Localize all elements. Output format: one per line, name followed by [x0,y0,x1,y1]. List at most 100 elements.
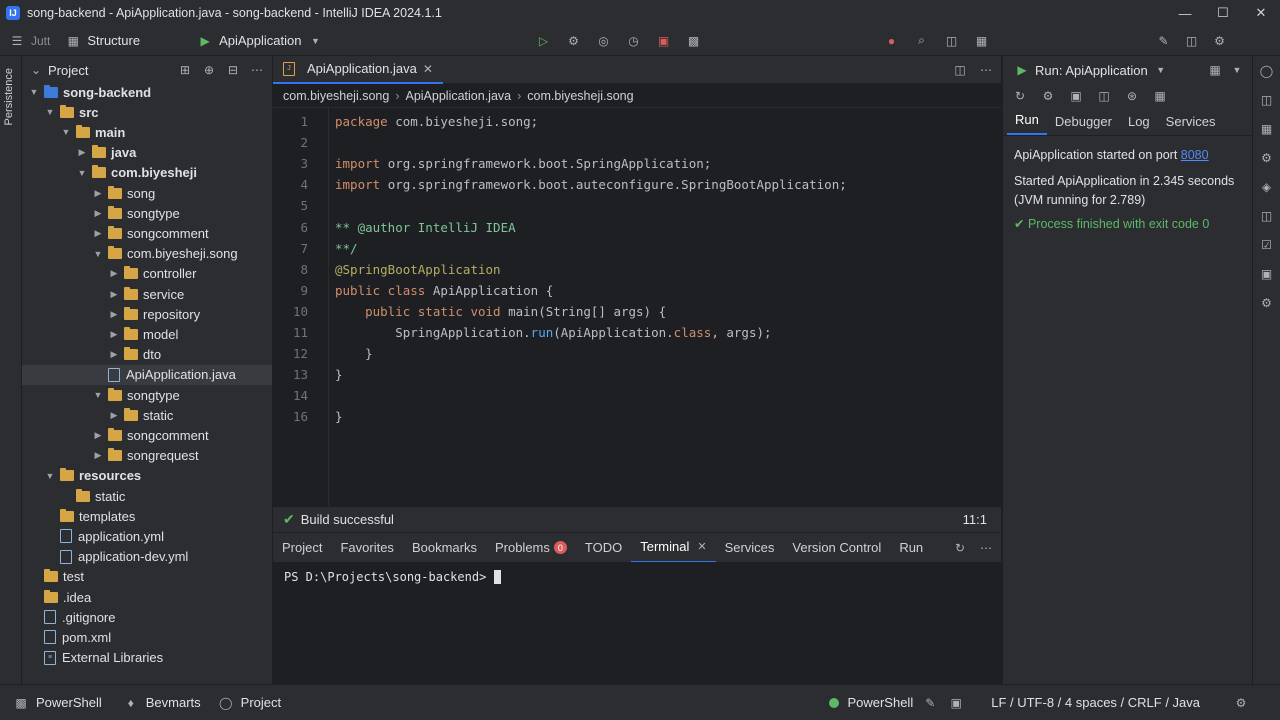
chevron-down-icon[interactable]: ▼ [92,249,104,259]
tree-item[interactable]: ▼ com.biyesheji [22,163,272,183]
notifications-icon[interactable]: ◯ [1258,62,1276,80]
tree-item[interactable]: ▼ songtype [22,385,272,405]
debug-icon[interactable]: ⚙ [1039,87,1057,105]
bookmarks-widget[interactable]: ♦ Bevmarts [122,694,201,712]
tree-item[interactable]: ▶ songcomment [22,425,272,445]
settings-gear-icon[interactable]: ⚙ [1232,694,1250,712]
stop-icon[interactable]: ▣ [1067,87,1085,105]
layout-icon[interactable]: ▦ [972,32,990,50]
cursor-position[interactable]: 11:1 [963,512,987,527]
bottom-tab[interactable]: Services [716,533,784,563]
run-tab-services[interactable]: Services [1158,114,1224,135]
tree-item[interactable]: test [22,567,272,587]
plugins-icon[interactable]: ◫ [1182,32,1200,50]
chevron-right-icon[interactable]: ▶ [92,208,104,219]
locate-icon[interactable]: ⊕ [200,61,218,79]
chevron-down-icon[interactable]: ▼ [44,107,56,117]
plugin-icon[interactable]: ⚙ [1258,294,1276,312]
checklist-icon[interactable]: ☑ [1258,236,1276,254]
run-config-selector[interactable]: ▶ ApiApplication ▼ [196,32,324,50]
tree-item[interactable]: ▶ songcomment [22,223,272,243]
close-window-icon[interactable]: ✕ [1242,0,1280,26]
chevron-right-icon[interactable]: ▶ [92,188,104,199]
chevron-down-icon[interactable]: ▼ [28,87,40,97]
search-everywhere-icon[interactable]: ⌕ [912,32,930,50]
bottom-tab[interactable]: Terminal ✕ [631,533,716,563]
dump-threads-icon[interactable]: ⊛ [1123,87,1141,105]
chevron-right-icon[interactable]: ▶ [92,228,104,239]
run-tab-debugger[interactable]: Debugger [1047,114,1120,135]
tree-item[interactable]: static [22,486,272,506]
coverage-icon[interactable]: ◎ [594,32,612,50]
bottom-tab[interactable]: Problems 0 [486,533,576,563]
tree-item[interactable]: ApiApplication.java [22,364,272,385]
persistence-tool-label[interactable]: Persistence [3,68,15,125]
chevron-right-icon[interactable]: ▶ [108,349,120,360]
tree-item[interactable]: ▼ song-backend [22,82,272,102]
endpoints-icon[interactable]: ◫ [1258,207,1276,225]
chevron-down-icon[interactable]: ▼ [1152,61,1170,79]
chevron-right-icon[interactable]: ▶ [108,289,120,300]
chevron-down-icon[interactable]: ▼ [1228,61,1246,79]
tree-item[interactable]: templates [22,506,272,526]
chevron-down-icon[interactable]: ▼ [60,127,72,137]
file-encoding[interactable]: LF / UTF-8 / 4 spaces / CRLF / Java [991,695,1200,710]
tree-item[interactable]: .idea [22,587,272,607]
tree-item[interactable]: ▶ songtype [22,203,272,223]
tree-item[interactable]: ≡ External Libraries [22,648,272,668]
tree-item[interactable]: ▶ dto [22,345,272,365]
ai-assistant-icon[interactable]: ◈ [1258,178,1276,196]
gradle-icon[interactable]: ⚙ [1258,149,1276,167]
coverage-icon[interactable]: ▣ [1258,265,1276,283]
powershell-widget[interactable]: ▩ PowerShell [12,694,101,712]
tree-item[interactable]: application.yml [22,526,272,546]
tree-item[interactable]: ▶ songrequest [22,446,272,466]
shell-status[interactable]: PowerShell [847,695,913,710]
expand-all-icon[interactable]: ⊞ [176,61,194,79]
bottom-tab[interactable]: Project [273,533,331,563]
run-tab-log[interactable]: Log [1120,114,1158,135]
tree-item[interactable]: ▶ model [22,324,272,344]
breadcrumb-item[interactable]: ApiApplication.java [405,89,511,103]
tree-item[interactable]: pom.xml [22,627,272,647]
code-with-me-icon[interactable]: ◫ [942,32,960,50]
code-area[interactable]: package com.biyesheji.song; import org.sp… [273,108,1001,506]
breadcrumb-item[interactable]: com.biyesheji.song [283,89,389,103]
close-tab-icon[interactable]: ✕ [423,62,433,76]
run-icon[interactable]: ▷ [534,32,552,50]
chevron-right-icon[interactable]: ▶ [92,450,104,461]
pin-icon[interactable]: ▦ [1151,87,1169,105]
chevron-right-icon[interactable]: ▶ [92,430,104,441]
tree-item[interactable]: ▶ java [22,143,272,163]
refresh-icon[interactable]: ↻ [951,539,969,557]
editor-tab-apiapplication[interactable]: J ApiApplication.java ✕ [273,56,443,84]
tree-item[interactable]: ▼ com.biyesheji.song [22,244,272,264]
tree-item[interactable]: ▶ controller [22,264,272,284]
main-menu-button[interactable]: ☰ Jutt [8,32,51,50]
chevron-right-icon[interactable]: ▶ [108,309,120,320]
terminal-panel[interactable]: PS D:\Projects\song-backend> [273,562,1001,684]
bottom-tab[interactable]: TODO [576,533,631,563]
bottom-tab[interactable]: Bookmarks [403,533,486,563]
chevron-down-icon[interactable]: ▼ [44,471,56,481]
port-link[interactable]: 8080 [1181,148,1209,162]
vcs-icon[interactable]: ● [882,32,900,50]
maximize-icon[interactable]: ☐ [1204,0,1242,26]
chevron-down-icon[interactable]: ⌄ [30,61,42,79]
settings-icon[interactable]: ⚙ [1210,32,1228,50]
split-editor-icon[interactable]: ◫ [951,61,969,79]
editor-more-icon[interactable]: ⋯ [977,61,995,79]
chevron-right-icon[interactable]: ▶ [76,147,88,158]
tree-item[interactable]: ▶ repository [22,304,272,324]
close-tab-icon[interactable]: ✕ [697,540,706,553]
layout-icon[interactable]: ▦ [1206,61,1224,79]
edit-icon[interactable]: ✎ [1154,32,1172,50]
chevron-down-icon[interactable]: ▼ [92,390,104,400]
tree-item[interactable]: application-dev.yml [22,547,272,567]
tree-item[interactable]: ▶ static [22,405,272,425]
database-icon[interactable]: ◫ [1258,91,1276,109]
tree-item[interactable]: ▼ resources [22,466,272,486]
structure-button[interactable]: ▦ Structure [64,32,140,50]
tree-item[interactable]: ▼ main [22,122,272,142]
bottom-tab[interactable]: Run [890,533,932,563]
